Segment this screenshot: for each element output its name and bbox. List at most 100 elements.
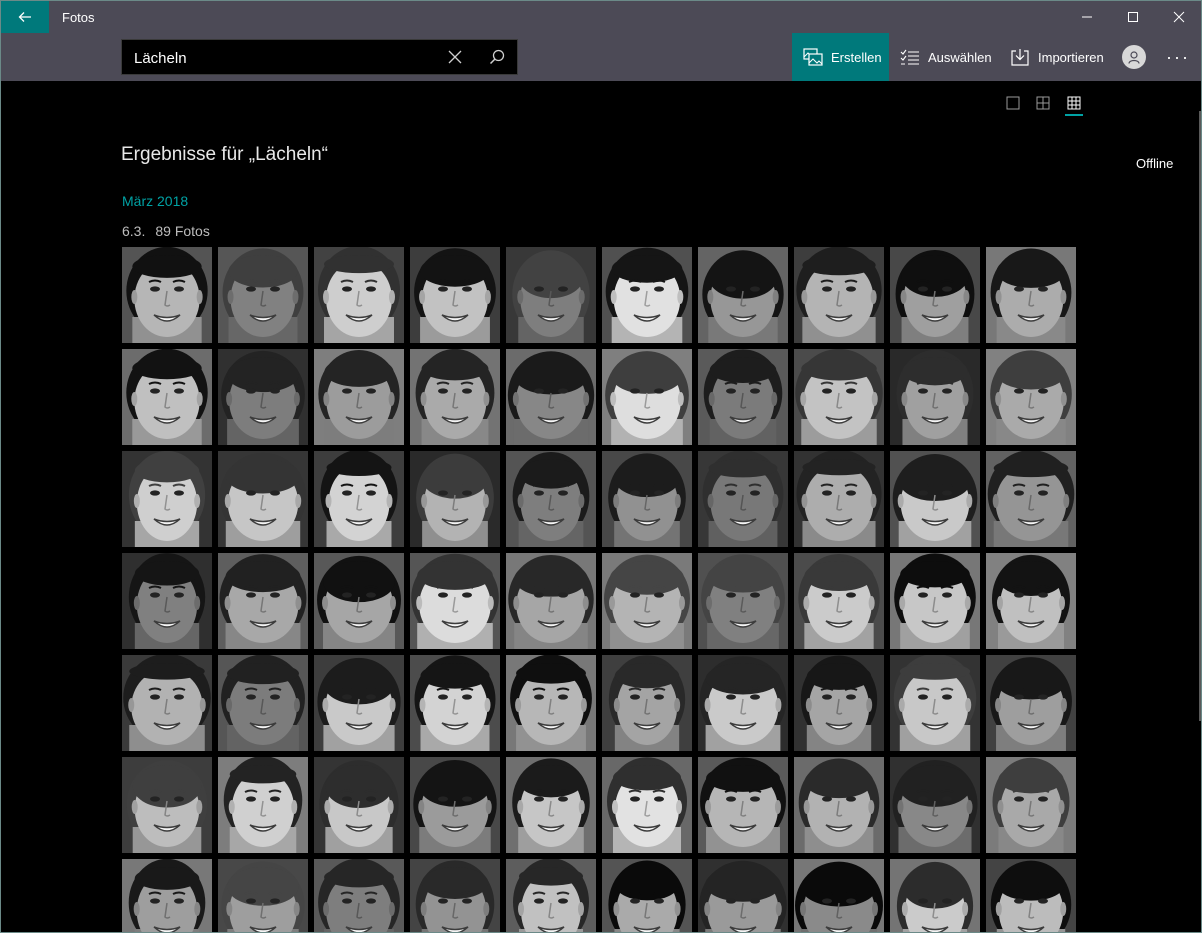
photo-thumbnail[interactable]: [794, 553, 884, 649]
photo-thumbnail[interactable]: [698, 757, 788, 853]
photo-thumbnail[interactable]: [122, 655, 212, 751]
view-medium-button[interactable]: [1034, 94, 1052, 112]
photo-thumbnail[interactable]: [410, 247, 500, 343]
create-icon: [803, 48, 823, 66]
photo-thumbnail[interactable]: [314, 451, 404, 547]
photo-thumbnail[interactable]: [218, 451, 308, 547]
photo-thumbnail[interactable]: [794, 247, 884, 343]
maximize-button[interactable]: [1110, 1, 1156, 33]
photo-thumbnail[interactable]: [890, 757, 980, 853]
photo-thumbnail[interactable]: [218, 757, 308, 853]
select-button[interactable]: Auswählen: [900, 33, 992, 81]
photo-thumbnail[interactable]: [890, 349, 980, 445]
month-heading[interactable]: März 2018: [122, 193, 188, 209]
photo-thumbnail[interactable]: [698, 247, 788, 343]
photo-thumbnail[interactable]: [506, 655, 596, 751]
photo-thumbnail[interactable]: [506, 451, 596, 547]
photo-thumbnail[interactable]: [602, 247, 692, 343]
photo-thumbnail[interactable]: [890, 655, 980, 751]
photo-thumbnail[interactable]: [122, 451, 212, 547]
photo-thumbnail[interactable]: [314, 859, 404, 932]
photo-thumbnail[interactable]: [602, 553, 692, 649]
photo-thumbnail[interactable]: [794, 757, 884, 853]
photo-thumbnail[interactable]: [794, 655, 884, 751]
photo-thumbnail[interactable]: [410, 451, 500, 547]
photo-thumbnail[interactable]: [506, 553, 596, 649]
photo-thumbnail[interactable]: [122, 349, 212, 445]
photo-thumbnail[interactable]: [122, 247, 212, 343]
offline-status: Offline: [1136, 156, 1174, 171]
photo-thumbnail[interactable]: [410, 553, 500, 649]
import-label: Importieren: [1038, 49, 1104, 65]
photo-thumbnail[interactable]: [410, 859, 500, 932]
photo-thumbnail[interactable]: [602, 655, 692, 751]
small-grid-icon: [1067, 96, 1081, 110]
photo-thumbnail[interactable]: [218, 553, 308, 649]
photo-thumbnail[interactable]: [986, 349, 1076, 445]
photo-thumbnail[interactable]: [122, 553, 212, 649]
photo-thumbnail[interactable]: [602, 349, 692, 445]
photo-thumbnail[interactable]: [890, 859, 980, 932]
photo-thumbnail[interactable]: [218, 349, 308, 445]
photo-thumbnail[interactable]: [698, 859, 788, 932]
photo-thumbnail[interactable]: [314, 655, 404, 751]
photo-thumbnail[interactable]: [314, 553, 404, 649]
photo-thumbnail[interactable]: [794, 451, 884, 547]
minimize-button[interactable]: [1064, 1, 1110, 33]
photo-thumbnail[interactable]: [410, 655, 500, 751]
maximize-icon: [1128, 12, 1138, 22]
photo-thumbnail[interactable]: [794, 349, 884, 445]
import-button[interactable]: Importieren: [1010, 33, 1104, 81]
view-small-button[interactable]: [1065, 94, 1083, 112]
photo-thumbnail[interactable]: [986, 859, 1076, 932]
photo-thumbnail[interactable]: [794, 859, 884, 932]
photo-thumbnail[interactable]: [890, 451, 980, 547]
photo-thumbnail[interactable]: [986, 553, 1076, 649]
back-button[interactable]: [1, 1, 49, 33]
photo-thumbnail[interactable]: [410, 757, 500, 853]
photo-thumbnail[interactable]: [314, 349, 404, 445]
select-label: Auswählen: [928, 49, 992, 65]
day-group-header: 6.3. 89 Fotos: [122, 223, 210, 239]
search-box[interactable]: Lächeln: [121, 39, 518, 75]
search-input[interactable]: Lächeln: [134, 50, 187, 67]
photo-thumbnail[interactable]: [698, 655, 788, 751]
photo-thumbnail[interactable]: [602, 757, 692, 853]
photo-thumbnail[interactable]: [986, 451, 1076, 547]
photo-thumbnail[interactable]: [218, 859, 308, 932]
photo-thumbnail[interactable]: [602, 859, 692, 932]
create-button[interactable]: Erstellen: [792, 33, 889, 81]
photo-thumbnail[interactable]: [986, 655, 1076, 751]
search-button[interactable]: [480, 40, 514, 74]
photo-thumbnail[interactable]: [122, 757, 212, 853]
photo-thumbnail[interactable]: [506, 757, 596, 853]
photo-thumbnail[interactable]: [986, 247, 1076, 343]
more-options-button[interactable]: ···: [1159, 33, 1197, 81]
photo-thumbnail[interactable]: [314, 247, 404, 343]
clear-search-button[interactable]: [440, 40, 470, 74]
user-icon: [1128, 51, 1140, 64]
create-label: Erstellen: [831, 49, 882, 65]
photo-thumbnail[interactable]: [410, 349, 500, 445]
photo-thumbnail[interactable]: [506, 349, 596, 445]
photo-thumbnail[interactable]: [698, 451, 788, 547]
single-view-icon: [1006, 96, 1020, 110]
view-single-button[interactable]: [1004, 94, 1022, 112]
minimize-icon: [1082, 16, 1092, 18]
clear-icon: [448, 50, 462, 64]
photo-thumbnail[interactable]: [890, 553, 980, 649]
photo-thumbnail[interactable]: [506, 859, 596, 932]
account-avatar[interactable]: [1122, 45, 1146, 69]
photos-app-window: Fotos Lächeln Erstellen Auswählen Import…: [0, 0, 1202, 933]
photo-thumbnail[interactable]: [602, 451, 692, 547]
photo-thumbnail[interactable]: [890, 247, 980, 343]
close-window-button[interactable]: [1156, 1, 1201, 33]
photo-thumbnail[interactable]: [986, 757, 1076, 853]
photo-thumbnail[interactable]: [698, 349, 788, 445]
photo-thumbnail[interactable]: [122, 859, 212, 932]
photo-thumbnail[interactable]: [698, 553, 788, 649]
photo-thumbnail[interactable]: [218, 655, 308, 751]
photo-thumbnail[interactable]: [314, 757, 404, 853]
photo-thumbnail[interactable]: [218, 247, 308, 343]
photo-thumbnail[interactable]: [506, 247, 596, 343]
